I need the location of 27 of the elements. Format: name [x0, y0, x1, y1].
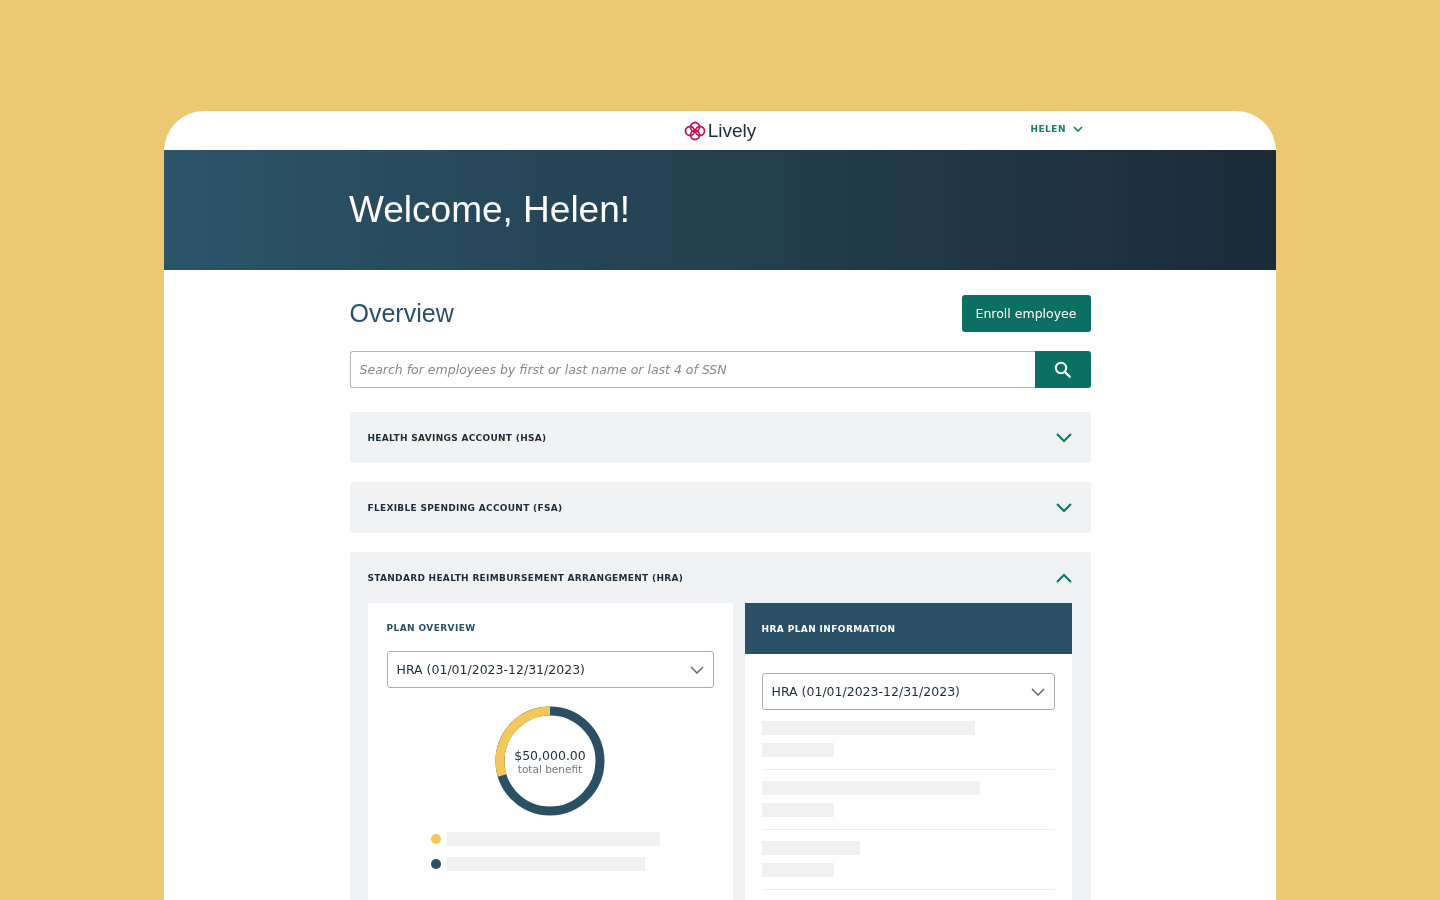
user-menu[interactable]: HELEN — [1030, 124, 1083, 134]
chevron-down-icon — [1073, 125, 1083, 133]
account-title: FLEXIBLE SPENDING ACCOUNT (FSA) — [367, 502, 563, 513]
chevron-down-icon — [1055, 502, 1072, 513]
logo-text: Lively — [707, 119, 757, 142]
panel-title: HRA PLAN INFORMATION — [761, 623, 896, 634]
account-title: HEALTH SAVINGS ACCOUNT (HSA) — [367, 432, 547, 443]
flower-logo-icon — [683, 120, 706, 141]
chevron-down-icon — [689, 665, 704, 674]
amount-caption: total benefit — [517, 762, 583, 775]
panel-title: PLAN OVERVIEW — [386, 623, 477, 633]
overview-title: Overview — [349, 299, 454, 328]
plan-select[interactable]: HRA (01/01/2023-12/31/2023) — [386, 651, 714, 688]
enroll-employee-button[interactable]: Enroll employee — [961, 295, 1091, 332]
search-field[interactable]: Search for employees by first or last name or last 4 of SSN — [349, 351, 1035, 388]
chevron-up-icon — [1055, 572, 1072, 583]
total-amount: $50,000.00 — [514, 747, 586, 763]
chevron-down-icon — [1055, 432, 1072, 443]
chevron-down-icon — [1030, 687, 1045, 696]
search-icon — [1053, 360, 1072, 379]
account-title: STANDARD HEALTH REIMBURSEMENT ARRANGEMENT (HRA) — [367, 572, 684, 583]
plan-select[interactable]: HRA (01/01/2023-12/31/2023) — [761, 673, 1055, 710]
search-button[interactable] — [1034, 351, 1091, 388]
account-header[interactable]: STANDARD HEALTH REIMBURSEMENT ARRANGEMENT (HRA) — [349, 552, 1091, 603]
account-header[interactable]: HEALTH SAVINGS ACCOUNT (HSA) — [349, 412, 1091, 463]
welcome-title: Welcome, Helen! — [349, 189, 631, 231]
account-header[interactable]: FLEXIBLE SPENDING ACCOUNT (FSA) — [349, 482, 1091, 533]
